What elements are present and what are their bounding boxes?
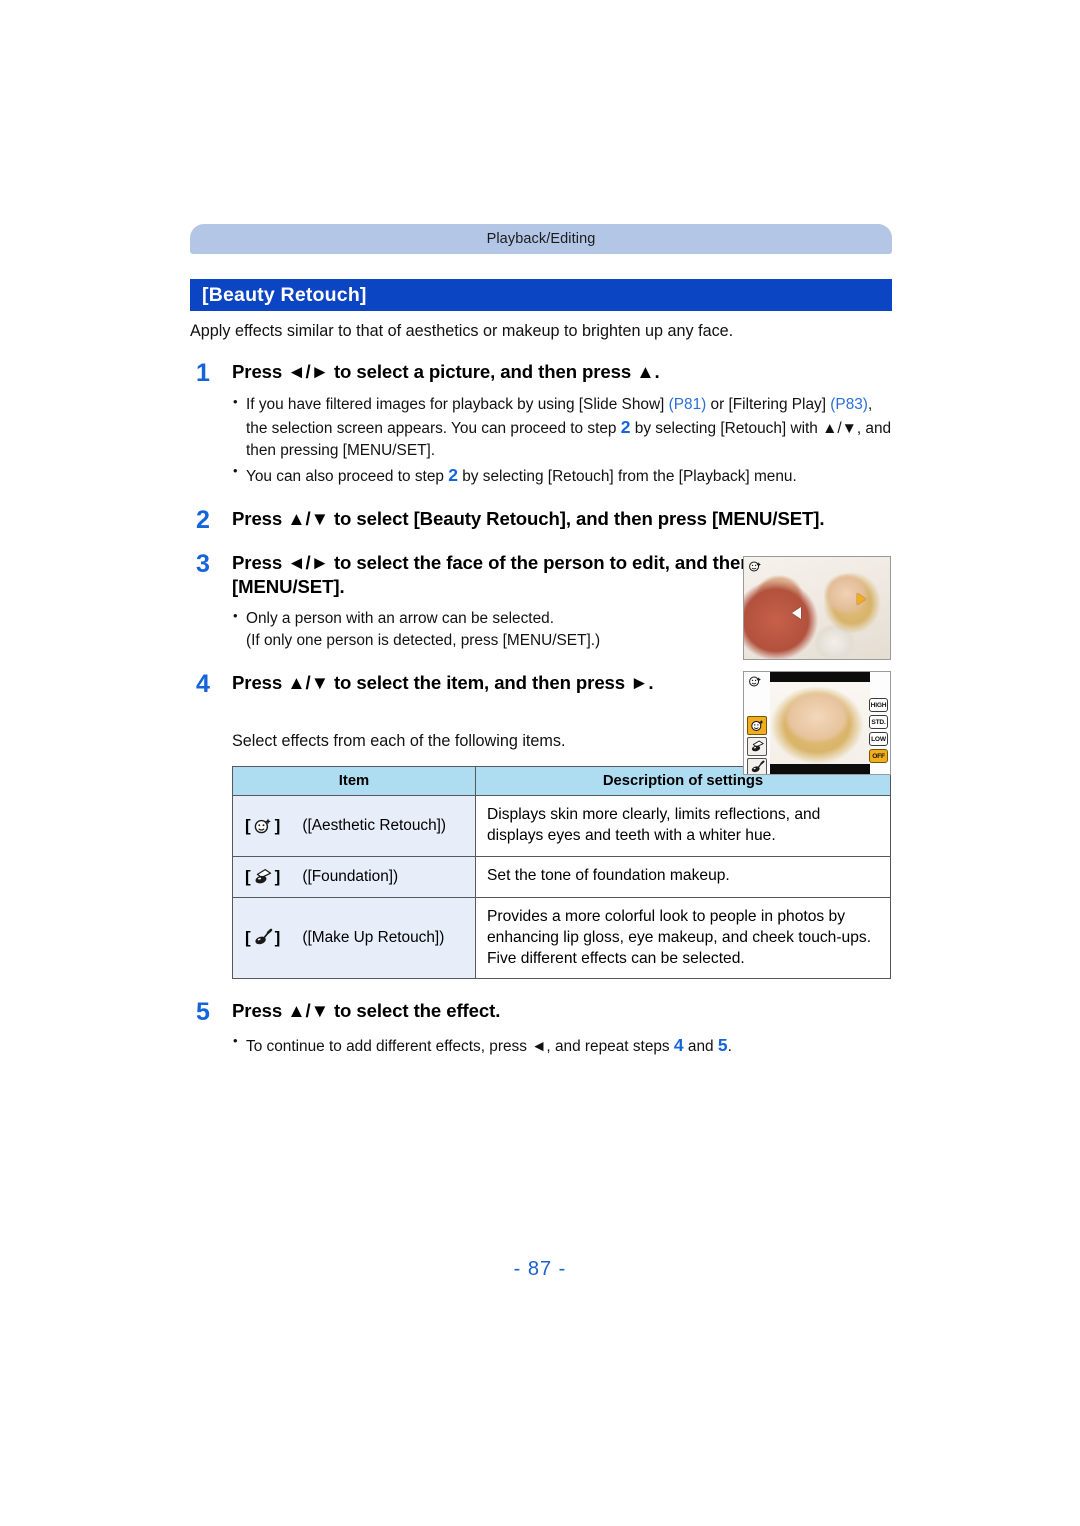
bracket-open: [ [245, 866, 251, 886]
arrow-left-white-icon [792, 607, 801, 619]
step-body: Press ▲/▼ to select [Beauty Retouch], an… [232, 507, 892, 531]
table-cell-item: [] ([Aesthetic Retouch]) [232, 795, 476, 857]
smiley-sparkle-icon [254, 818, 271, 834]
page-number: - 87 - [513, 1258, 567, 1280]
bracket-open: [ [245, 928, 251, 948]
step-number: 3 [196, 550, 210, 579]
bracket-close: ] [274, 866, 281, 886]
step-reference: 2 [620, 417, 631, 438]
step-body: Press ▲/▼ to select the effect. To contin… [232, 999, 892, 1058]
bullet-text: . [727, 1037, 732, 1055]
bullet-text: or [Filtering Play] [706, 395, 831, 413]
step-1: 1 Press ◄/► to select a picture, and then… [190, 360, 892, 489]
table-cell-description: Displays skin more clearly, limits refle… [475, 795, 891, 857]
table-item-label: ([Foundation]) [302, 867, 399, 885]
table-row: [] ([Aesthetic Retouch]) Displays skin mor… [232, 795, 891, 857]
bullet-text: and [683, 1037, 718, 1055]
retouch-item-list[interactable] [747, 716, 767, 774]
bullet-text: Only a person with an arrow can be selec… [246, 610, 554, 628]
smiley-sparkle-icon [750, 719, 763, 731]
page-title: [Beauty Retouch] [202, 283, 367, 306]
arrow-right-orange-icon [857, 593, 866, 605]
step-bullet: To continue to add different effects, pr… [232, 1032, 892, 1058]
step-body: Press ◄/► to select a picture, and then … [232, 360, 892, 489]
step-bullet: If you have filtered images for playback… [232, 393, 892, 463]
manual-page: Playback/Editing [Beauty Retouch] Apply … [0, 0, 1080, 1526]
page-reference-link[interactable]: (P83) [830, 396, 868, 413]
bullet-text: To continue to add different effects, pr… [246, 1037, 674, 1055]
table-row: [] ([Foundation]) Set the tone of foundati… [232, 855, 891, 898]
screenshot-face-select [743, 556, 891, 660]
settings-table: Item Description of settings[] ([Aesthetic… [232, 766, 891, 980]
effect-level-off[interactable]: OFF [869, 749, 888, 763]
table-header-item: Item [232, 766, 476, 796]
table-row: [] ([Make Up Retouch]) Provides a more col… [232, 896, 891, 980]
bullet-text: You can also proceed to step [246, 468, 449, 486]
step-heading: Press ◄/► to select a picture, and then … [232, 361, 660, 383]
section-title-bar: [Beauty Retouch] [190, 279, 892, 311]
table-cell-description: Set the tone of foundation makeup. [475, 855, 891, 898]
step-number: 5 [196, 998, 210, 1027]
table-cell-item: [] ([Make Up Retouch]) [232, 896, 476, 980]
bullet-text: If you have filtered images for playback… [246, 395, 669, 413]
step-2: 2 Press ▲/▼ to select [Beauty Retouch], a… [190, 507, 892, 533]
effect-level-high[interactable]: HIGH [869, 698, 888, 712]
retouch-item-makeup-brush[interactable] [747, 758, 767, 774]
step-5: 5 Press ▲/▼ to select the effect. To conti… [190, 999, 892, 1058]
step-bullet: You can also proceed to step 2 by select… [232, 462, 892, 488]
step-number: 1 [196, 359, 210, 388]
powder-puff-icon [751, 740, 764, 752]
screenshot-effect-select: HIGH STD. LOW OFF [743, 671, 891, 775]
category-banner-label: Playback/Editing [486, 231, 596, 247]
table-cell-item: [] ([Foundation]) [232, 855, 476, 898]
step-bullet-list: If you have filtered images for playback… [232, 393, 892, 489]
step-bullet-list: To continue to add different effects, pr… [232, 1032, 892, 1058]
step-number: 4 [196, 670, 210, 699]
bracket-close: ] [274, 815, 281, 835]
table-item-label: ([Make Up Retouch]) [302, 929, 445, 947]
step-heading: Press ▲/▼ to select the effect. [232, 1000, 501, 1022]
effect-level-std[interactable]: STD. [869, 715, 888, 729]
makeup-brush-icon [255, 928, 272, 945]
beauty-retouch-badge-icon [749, 561, 761, 572]
intro-text: Apply effects similar to that of aesthet… [190, 322, 734, 340]
photo-two-children [744, 557, 890, 659]
step-reference: 5 [717, 1034, 728, 1055]
category-banner: Playback/Editing [190, 224, 892, 254]
makeup-brush-icon [751, 760, 764, 773]
bullet-text: by selecting [Retouch] from the [Playbac… [457, 468, 797, 486]
page-reference-link[interactable]: (P81) [669, 396, 707, 413]
table-cell-description: Provides a more colorful look to people … [475, 896, 891, 980]
step-heading: Press ▲/▼ to select [Beauty Retouch], an… [232, 508, 825, 530]
powder-puff-icon [255, 868, 271, 884]
effect-level-list[interactable]: HIGH STD. LOW OFF [869, 698, 888, 766]
retouch-item-smiley-sparkle[interactable] [747, 716, 767, 735]
table-item-label: ([Aesthetic Retouch]) [302, 816, 447, 834]
step-number: 2 [196, 506, 210, 535]
bracket-close: ] [274, 928, 281, 948]
effect-level-low[interactable]: LOW [869, 732, 888, 746]
step-reference: 2 [448, 465, 458, 486]
step-reference: 4 [673, 1034, 684, 1055]
beauty-retouch-badge-icon [749, 676, 761, 687]
retouch-item-powder-puff[interactable] [747, 737, 767, 756]
bracket-open: [ [245, 815, 251, 835]
